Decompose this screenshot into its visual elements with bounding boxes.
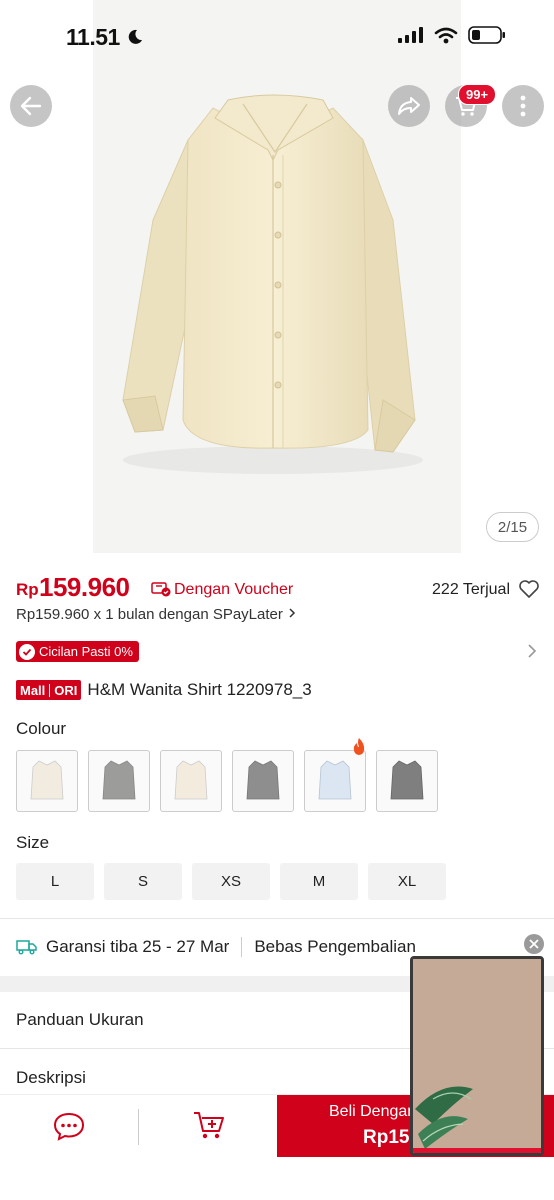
arrow-left-icon: [20, 96, 42, 116]
delivery-guarantee: Garansi tiba 25 - 27 Mar: [46, 937, 230, 956]
close-icon[interactable]: [524, 934, 544, 954]
divider: [0, 918, 554, 919]
price-row: Rp 159.960 Dengan Voucher 222 Terjual: [16, 572, 540, 606]
shirt-thumbnail: [174, 760, 208, 800]
status-bar: 11.51: [0, 0, 554, 70]
mall-ori-badge: Mall ORI: [16, 680, 82, 700]
status-icons: [398, 26, 506, 44]
more-button[interactable]: [502, 85, 544, 127]
installment-badge[interactable]: Cicilan Pasti 0%: [16, 641, 139, 662]
voucher-label[interactable]: Dengan Voucher: [174, 581, 293, 599]
video-progress-bar: [413, 1148, 541, 1153]
product-shirt-image: [122, 94, 423, 474]
chat-icon[interactable]: [52, 1111, 86, 1141]
size-option-xl[interactable]: XL: [368, 863, 446, 900]
colour-swatch-light-blue[interactable]: [304, 738, 366, 812]
colour-label: Colour: [16, 719, 67, 738]
mall-label: Mall: [20, 682, 46, 698]
paylater-info[interactable]: Rp159.960 x 1 bulan dengan SPayLater: [16, 606, 297, 623]
more-vertical-icon: [520, 95, 526, 117]
shirt-thumbnail: [318, 760, 352, 800]
chevron-right-icon[interactable]: [527, 643, 537, 659]
size-label: Size: [16, 833, 50, 852]
bottom-separator: [138, 1109, 139, 1145]
colour-swatch-dark-grey[interactable]: [232, 750, 294, 812]
fire-icon: [353, 738, 365, 755]
shirt-thumbnail: [390, 760, 424, 800]
wifi-icon: [434, 27, 458, 43]
size-option-l[interactable]: L: [16, 863, 94, 900]
size-guide-link[interactable]: Panduan Ukuran: [16, 1010, 144, 1030]
status-time: 11.51: [66, 24, 144, 51]
truck-icon: [16, 940, 37, 955]
voucher-icon: [151, 582, 171, 597]
shirt-thumbnail: [102, 760, 136, 800]
product-title: H&M Wanita Shirt 1220978_3: [87, 680, 312, 699]
colour-swatch-charcoal[interactable]: [376, 750, 438, 812]
sold-count: 222 Terjual: [432, 581, 510, 598]
check-circle-icon: [19, 643, 35, 660]
shirt-thumbnail: [30, 760, 64, 800]
chevron-right-icon: [289, 608, 296, 618]
description-link[interactable]: Deskripsi: [16, 1068, 86, 1088]
image-counter: 2/15: [486, 512, 539, 542]
colour-swatch-cream[interactable]: [16, 750, 78, 812]
colour-swatch-grey[interactable]: [88, 750, 150, 812]
size-options: L S XS M XL: [16, 863, 446, 900]
add-to-cart-icon[interactable]: [192, 1109, 226, 1141]
colour-swatch-beige[interactable]: [160, 750, 222, 812]
heart-icon[interactable]: [518, 579, 540, 599]
shipping-info[interactable]: Garansi tiba 25 - 27 Mar Bebas Pengembal…: [16, 934, 416, 960]
product-title-row: Mall ORI H&M Wanita Shirt 1220978_3: [16, 680, 312, 700]
ori-label: ORI: [54, 682, 78, 698]
size-option-s[interactable]: S: [104, 863, 182, 900]
price-currency: Rp: [16, 580, 39, 599]
free-returns: Bebas Pengembalian: [254, 937, 416, 956]
price-amount: 159.960: [39, 572, 130, 602]
separator: [241, 937, 243, 957]
shirt-thumbnail: [246, 760, 280, 800]
share-icon: [398, 97, 420, 115]
signal-icon: [398, 27, 423, 43]
paylater-text: Rp159.960 x 1 bulan dengan SPayLater: [16, 606, 283, 623]
status-time-text: 11.51: [66, 24, 120, 50]
size-option-xs[interactable]: XS: [192, 863, 270, 900]
cart-count-badge: 99+: [458, 84, 497, 105]
badge-divider: [49, 683, 51, 697]
video-thumbnail: [413, 959, 541, 1153]
installment-text: Cicilan Pasti 0%: [39, 644, 133, 659]
product-image-gallery[interactable]: 99+ 2/15: [0, 0, 554, 553]
colour-variants: [16, 738, 438, 812]
battery-icon: [468, 26, 505, 44]
size-option-m[interactable]: M: [280, 863, 358, 900]
floating-video-player[interactable]: [410, 956, 544, 1156]
moon-icon: [128, 29, 142, 44]
back-button[interactable]: [10, 85, 52, 127]
share-button[interactable]: [388, 85, 430, 127]
